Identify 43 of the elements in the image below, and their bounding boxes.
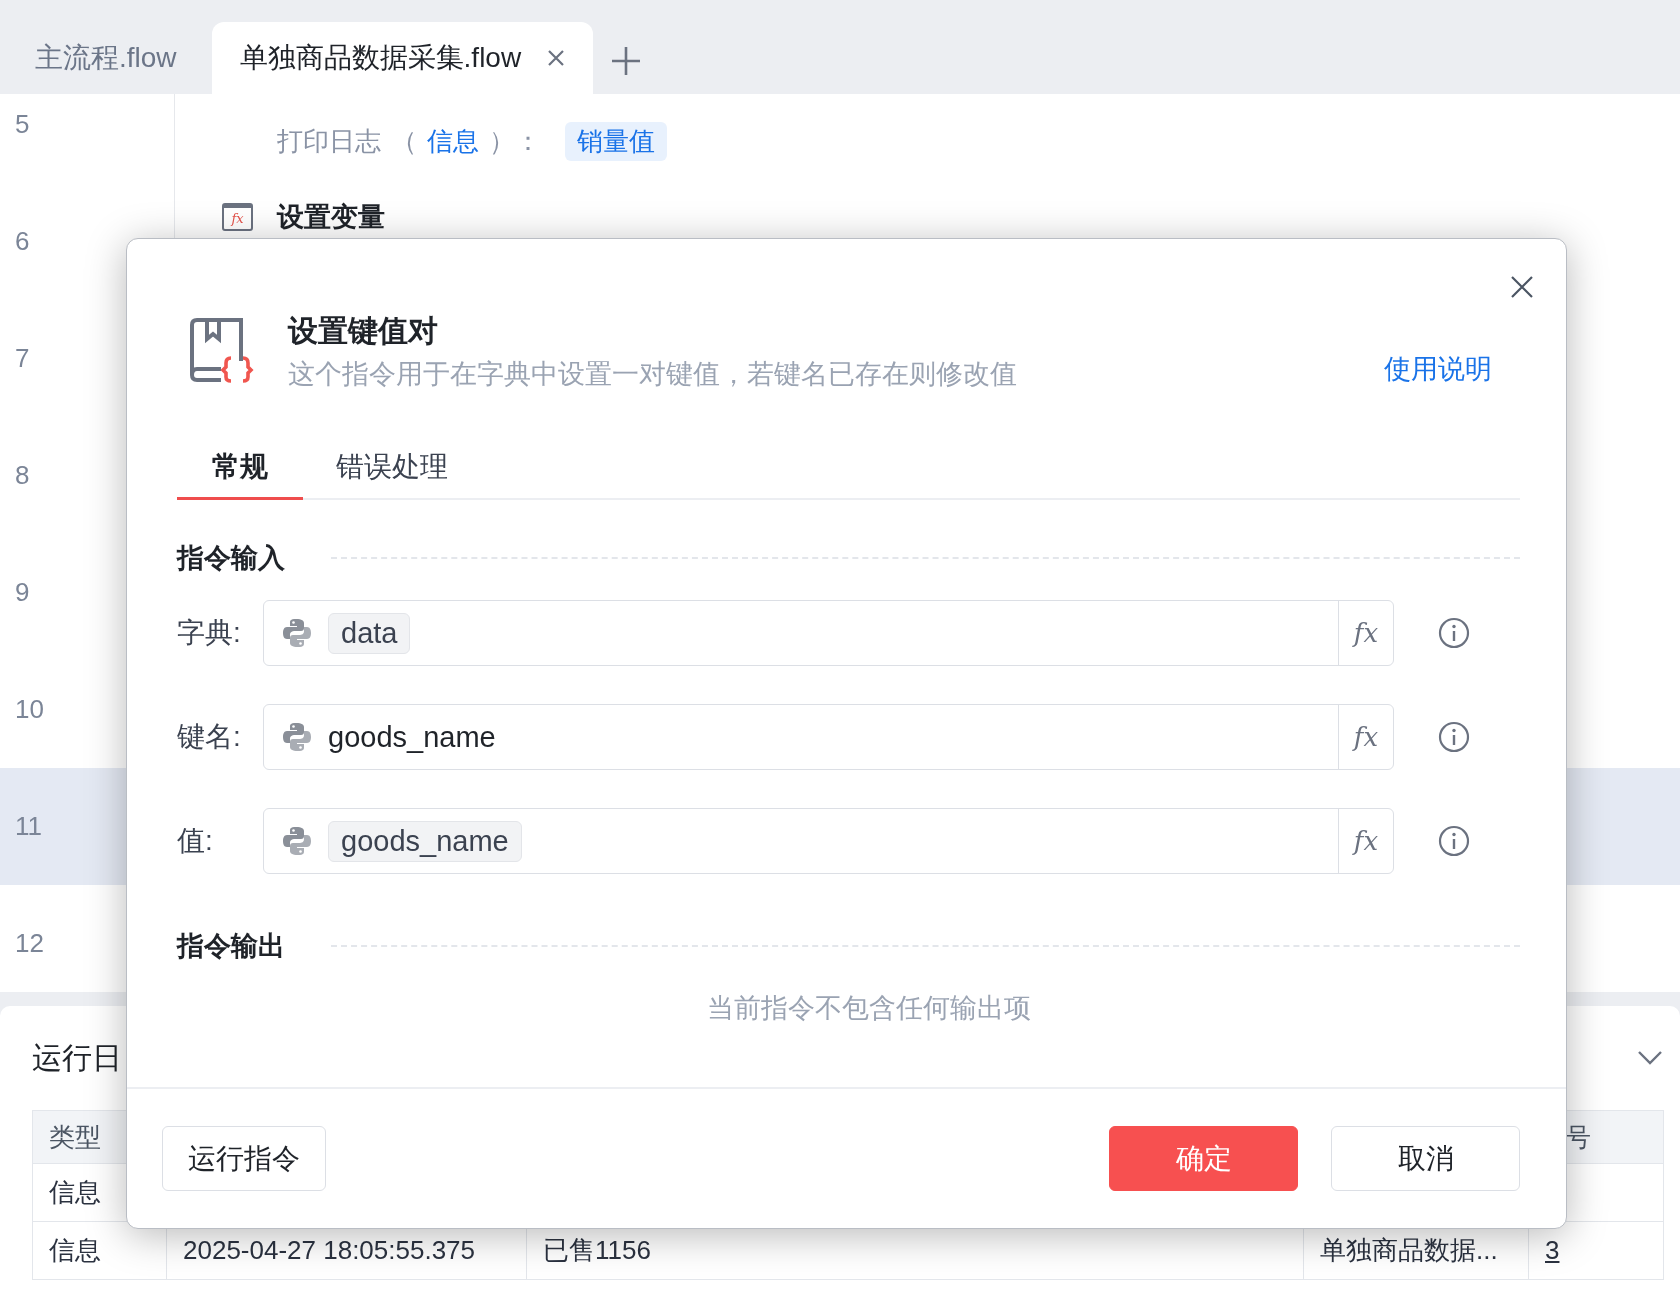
formula-icon: fx <box>222 203 253 231</box>
field-label: 字典: <box>177 616 242 650</box>
dictionary-book-icon <box>187 317 254 384</box>
info-icon[interactable] <box>1438 617 1470 649</box>
field-label: 值: <box>177 824 214 858</box>
step-detail-text: （ <box>391 124 417 158</box>
empty-output-message: 当前指令不包含任何输出项 <box>705 992 1032 1025</box>
python-icon <box>282 722 312 752</box>
run-button[interactable]: 运行指令 <box>162 1126 326 1191</box>
field-label: 键名: <box>177 720 242 754</box>
formula-button[interactable]: fx <box>1338 705 1393 769</box>
variable-tag: goods_name <box>328 820 522 862</box>
help-link[interactable]: 使用说明 <box>1384 351 1492 387</box>
chevron-down-icon[interactable] <box>1637 1050 1663 1066</box>
line-link[interactable]: 3 <box>1545 1235 1560 1265</box>
cancel-button[interactable]: 取消 <box>1331 1126 1520 1191</box>
close-icon[interactable] <box>1510 275 1534 299</box>
step-title: 设置变量 <box>277 201 385 234</box>
panel-title: 运行日 <box>32 1039 122 1076</box>
python-icon <box>282 826 312 856</box>
python-icon <box>282 618 312 648</box>
variable-tag[interactable]: 销量值 <box>565 121 667 161</box>
close-icon[interactable] <box>547 49 566 67</box>
step-detail-text: 打印日志 <box>277 124 381 158</box>
info-icon[interactable] <box>1438 825 1470 857</box>
dialog-description: 这个指令用于在字典中设置一对键值，若键名已存在则修改值 <box>288 358 1018 391</box>
input-field[interactable]: goods_name fx <box>263 808 1394 874</box>
input-field[interactable]: goods_name fx <box>263 704 1394 770</box>
variable-tag: data <box>328 612 411 654</box>
section-title: 指令输出 <box>177 930 285 963</box>
dialog-tab[interactable]: 常规 <box>177 436 303 500</box>
section-title: 指令输入 <box>177 542 285 575</box>
dialog-title: 设置键值对 <box>288 313 439 349</box>
formula-button[interactable]: fx <box>1338 809 1393 873</box>
formula-button[interactable]: fx <box>1338 601 1393 665</box>
info-icon[interactable] <box>1438 721 1470 753</box>
level-link[interactable]: 信息 <box>427 123 479 159</box>
field-value: goods_name <box>328 720 496 754</box>
dialog-tab[interactable]: 错误处理 <box>303 436 481 500</box>
step-detail-text: ）： <box>489 124 541 158</box>
input-field[interactable]: data fx <box>263 600 1394 666</box>
plus-icon[interactable] <box>611 46 642 76</box>
file-tab[interactable]: 单独商品数据采集.flow <box>211 22 594 94</box>
